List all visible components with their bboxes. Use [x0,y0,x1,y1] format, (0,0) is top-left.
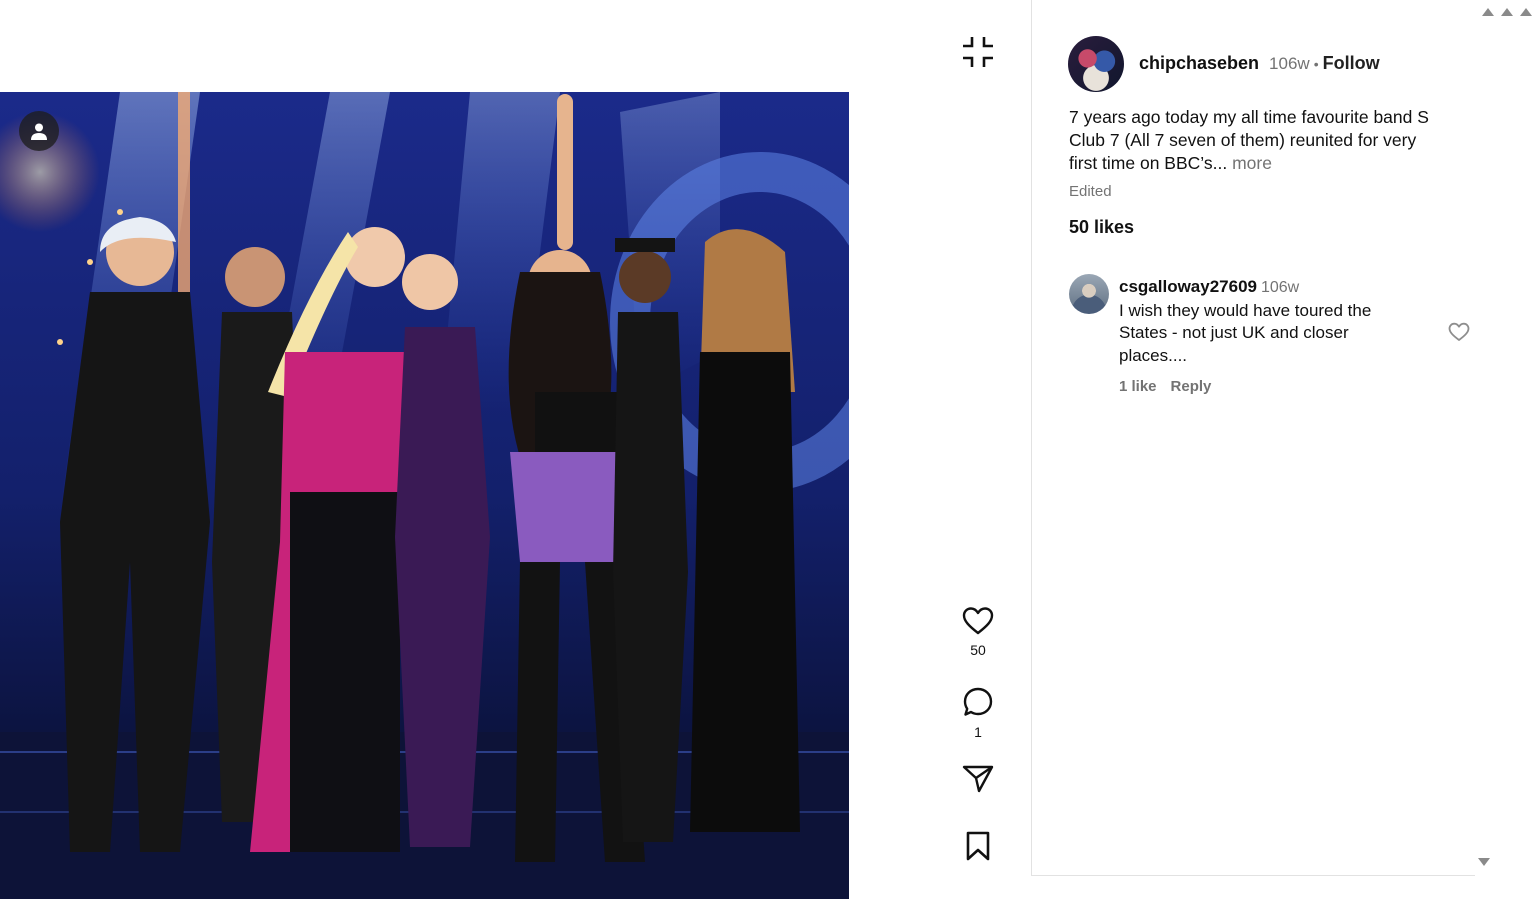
post-photo[interactable] [0,92,849,899]
collapse-button[interactable] [960,34,996,70]
follow-button[interactable]: Follow [1323,53,1380,74]
reply-button[interactable]: Reply [1171,378,1212,395]
photo-illustration [0,92,849,899]
share-action[interactable] [940,764,1016,794]
scroll-up-arrow-icon[interactable] [1482,8,1494,16]
scroll-up-arrow-icon[interactable] [1520,8,1532,16]
post-header: chipchaseben 106w • Follow [1139,53,1380,74]
edited-label: Edited [1069,183,1112,200]
media-area [0,0,940,899]
like-count: 50 [970,642,986,658]
comment-like-button[interactable] [1448,322,1470,344]
author-username[interactable]: chipchaseben [1139,53,1259,74]
comment-age: 106w [1260,279,1300,296]
heart-icon[interactable] [962,606,994,636]
likes-count[interactable]: 50 likes [1069,217,1134,238]
post-caption: 7 years ago today my all time favourite … [1069,106,1449,175]
scrollbar[interactable] [1476,0,1536,899]
user-tag-button[interactable] [19,111,59,151]
post-age: 106w [1269,54,1310,73]
action-rail: 50 1 [940,0,1016,899]
user-tag-icon [31,123,47,140]
scroll-up-controls [1482,8,1532,16]
comment-count: 1 [974,724,982,740]
separator: • [1313,56,1319,72]
comment-text: I wish they would have toured the States… [1119,300,1372,365]
author-avatar[interactable] [1068,36,1124,92]
save-action[interactable] [940,830,1016,862]
collapse-icon [963,37,993,67]
comment-action[interactable]: 1 [940,686,1016,740]
bookmark-icon[interactable] [964,830,992,862]
comment-icon[interactable] [962,686,994,718]
commenter-username[interactable]: csgalloway27609 [1119,277,1257,296]
like-action[interactable]: 50 [940,606,1016,658]
send-icon[interactable] [962,764,994,794]
comment-body: csgalloway27609 106w I wish they would ha… [1119,276,1399,367]
commenter-avatar[interactable] [1069,274,1109,314]
comment-actions: 1 like Reply [1119,378,1211,395]
heart-icon [1448,322,1470,341]
scroll-up-arrow-icon[interactable] [1501,8,1513,16]
post-details-panel: chipchaseben 106w • Follow 7 years ago t… [1031,0,1475,876]
scroll-down-arrow-icon[interactable] [1478,858,1490,866]
more-link[interactable]: more [1232,153,1272,173]
comment-like-count[interactable]: 1 like [1119,378,1157,395]
